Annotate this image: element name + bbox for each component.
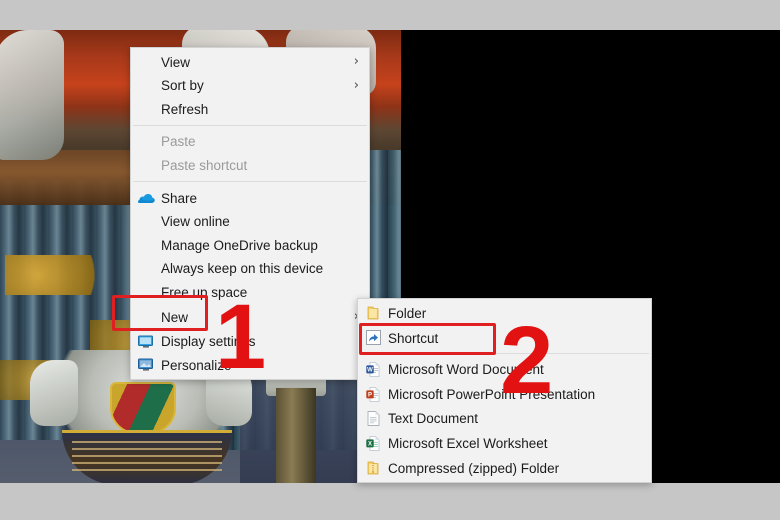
display-monitor-icon xyxy=(131,332,161,352)
menu-item-label: New xyxy=(161,309,189,325)
blank-icon xyxy=(131,259,161,279)
svg-text:W: W xyxy=(367,368,373,374)
submenu-item-shortcut[interactable]: Shortcut xyxy=(358,326,651,351)
text-doc-icon xyxy=(358,409,388,429)
menu-item-manage-onedrive-backup[interactable]: Manage OneDrive backup xyxy=(131,233,369,257)
bottom-chrome-bar xyxy=(0,483,780,520)
menu-item-sort-by[interactable]: Sort by › xyxy=(131,74,369,98)
submenu-item-label: Text Document xyxy=(388,411,479,427)
screen: View › Sort by › Refresh Paste Paste sho… xyxy=(0,0,780,520)
word-doc-icon: W xyxy=(358,359,388,379)
blank-icon xyxy=(131,155,161,175)
menu-item-label: View online xyxy=(161,214,230,230)
chevron-right-icon: › xyxy=(353,77,359,93)
submenu-item-label: Microsoft Word Document xyxy=(388,362,544,378)
submenu-item-compressed-zipped-folder[interactable]: Compressed (zipped) Folder xyxy=(358,456,651,481)
blank-icon xyxy=(131,211,161,231)
menu-item-label: Display settings xyxy=(161,334,256,350)
menu-separator xyxy=(133,124,367,126)
menu-item-paste-shortcut: Paste shortcut xyxy=(131,153,369,177)
menu-item-personalize[interactable]: Personalize xyxy=(131,354,369,378)
excel-icon: X xyxy=(358,433,388,453)
blank-icon xyxy=(131,75,161,95)
menu-item-paste: Paste xyxy=(131,130,369,154)
menu-item-view[interactable]: View › xyxy=(131,50,369,74)
menu-item-label: Sort by xyxy=(161,78,204,94)
submenu-item-label: Microsoft PowerPoint Presentation xyxy=(388,386,596,402)
desktop-context-menu[interactable]: View › Sort by › Refresh Paste Paste sho… xyxy=(130,47,370,381)
menu-item-label: Manage OneDrive backup xyxy=(161,237,318,253)
onedrive-cloud-icon xyxy=(131,188,161,208)
menu-item-label: Paste shortcut xyxy=(161,157,248,173)
zip-folder-icon xyxy=(358,458,388,478)
submenu-item-powerpoint-presentation[interactable]: P Microsoft PowerPoint Presentation xyxy=(358,382,651,407)
menu-item-label: Refresh xyxy=(161,101,209,117)
svg-text:P: P xyxy=(368,392,372,398)
menu-item-label: Always keep on this device xyxy=(161,261,324,277)
menu-item-view-online[interactable]: View online xyxy=(131,210,369,234)
blank-icon xyxy=(131,235,161,255)
svg-text:X: X xyxy=(368,441,372,447)
submenu-item-label: Compressed (zipped) Folder xyxy=(388,460,560,476)
menu-item-new[interactable]: New › xyxy=(131,304,369,330)
menu-separator xyxy=(133,180,367,182)
menu-item-share[interactable]: Share xyxy=(131,186,369,210)
menu-item-always-keep-on-this-device[interactable]: Always keep on this device xyxy=(131,257,369,281)
blank-icon xyxy=(131,52,161,72)
blank-icon xyxy=(131,307,161,327)
menu-item-free-up-space[interactable]: Free up space xyxy=(131,280,369,304)
submenu-item-label: Microsoft Excel Worksheet xyxy=(388,436,548,452)
submenu-item-word-document[interactable]: W Microsoft Word Document xyxy=(358,357,651,382)
blank-icon xyxy=(131,282,161,302)
blank-icon xyxy=(131,132,161,152)
menu-item-display-settings[interactable]: Display settings xyxy=(131,330,369,354)
new-submenu[interactable]: Folder Shortcut W Microsoft Word Documen… xyxy=(357,298,652,484)
submenu-item-label: Folder xyxy=(388,306,427,322)
folder-icon xyxy=(358,303,388,323)
submenu-item-text-document[interactable]: Text Document xyxy=(358,406,651,431)
menu-item-label: View xyxy=(161,54,191,70)
submenu-separator xyxy=(388,353,649,355)
menu-item-label: Personalize xyxy=(161,358,232,374)
blank-icon xyxy=(131,99,161,119)
chevron-right-icon: › xyxy=(353,54,359,70)
powerpoint-icon: P xyxy=(358,384,388,404)
submenu-item-label: Shortcut xyxy=(388,330,439,346)
shortcut-icon xyxy=(358,328,388,348)
top-chrome-bar xyxy=(0,0,780,30)
submenu-item-folder[interactable]: Folder xyxy=(358,301,651,326)
menu-item-label: Free up space xyxy=(161,284,248,300)
menu-item-refresh[interactable]: Refresh xyxy=(131,97,369,121)
menu-item-label: Share xyxy=(161,190,198,206)
menu-item-label: Paste xyxy=(161,134,196,150)
personalize-monitor-icon xyxy=(131,355,161,375)
submenu-item-excel-worksheet[interactable]: X Microsoft Excel Worksheet xyxy=(358,431,651,456)
